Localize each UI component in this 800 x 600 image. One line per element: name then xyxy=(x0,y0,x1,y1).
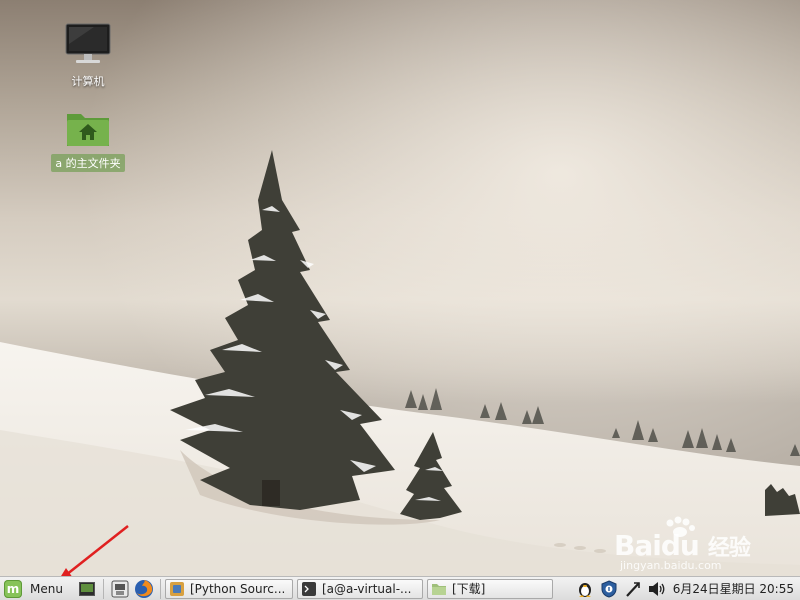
window-button-label: [a@a-virtual-... xyxy=(321,581,412,596)
shield-update-icon xyxy=(601,579,617,598)
show-desktop-button[interactable] xyxy=(77,579,97,599)
penguin-icon xyxy=(578,582,591,597)
desktop-icon-label: a 的主文件夹 xyxy=(51,154,125,172)
menu-button[interactable]: m Menu xyxy=(0,578,67,600)
taskbar-separator xyxy=(159,578,161,599)
window-button-terminal[interactable]: [a@a-virtual-... xyxy=(296,578,423,599)
monitor-icon xyxy=(65,23,111,63)
terminal-icon xyxy=(301,581,316,596)
window-button-label: [Python Sourc... xyxy=(189,581,286,596)
firefox-icon xyxy=(134,579,153,598)
system-tray: 6月24日星期日 20:55 xyxy=(573,578,800,600)
tray-network[interactable] xyxy=(623,579,643,599)
desktop-icon-home-folder[interactable]: a 的主文件夹 xyxy=(45,108,131,172)
window-button-python-source[interactable]: [Python Sourc... xyxy=(164,578,293,599)
desktop-icon-label: 计算机 xyxy=(71,75,105,88)
file-manager-icon xyxy=(111,580,129,597)
tray-update-manager[interactable] xyxy=(599,579,619,599)
clock[interactable]: 6月24日星期日 20:55 xyxy=(673,580,794,597)
file-manager-launcher[interactable] xyxy=(110,579,130,599)
window-button-label: [下载] xyxy=(451,582,486,596)
show-desktop-icon xyxy=(78,581,95,596)
taskbar: m Menu [Python Sourc... [a@a-virtual-...… xyxy=(0,576,800,600)
network-icon xyxy=(625,581,640,597)
firefox-launcher[interactable] xyxy=(134,579,154,599)
taskbar-separator xyxy=(102,578,104,599)
linux-mint-logo-icon: m xyxy=(4,579,22,598)
tray-penguin[interactable] xyxy=(575,579,595,599)
python-icon xyxy=(169,581,184,596)
volume-icon xyxy=(648,581,665,596)
folder-icon xyxy=(431,583,446,595)
window-button-downloads[interactable]: [下载] xyxy=(426,578,553,599)
tray-volume[interactable] xyxy=(647,579,667,599)
desktop-icon-computer[interactable]: 计算机 xyxy=(45,22,131,90)
menu-label: Menu xyxy=(30,581,63,596)
home-folder-icon xyxy=(67,114,109,146)
